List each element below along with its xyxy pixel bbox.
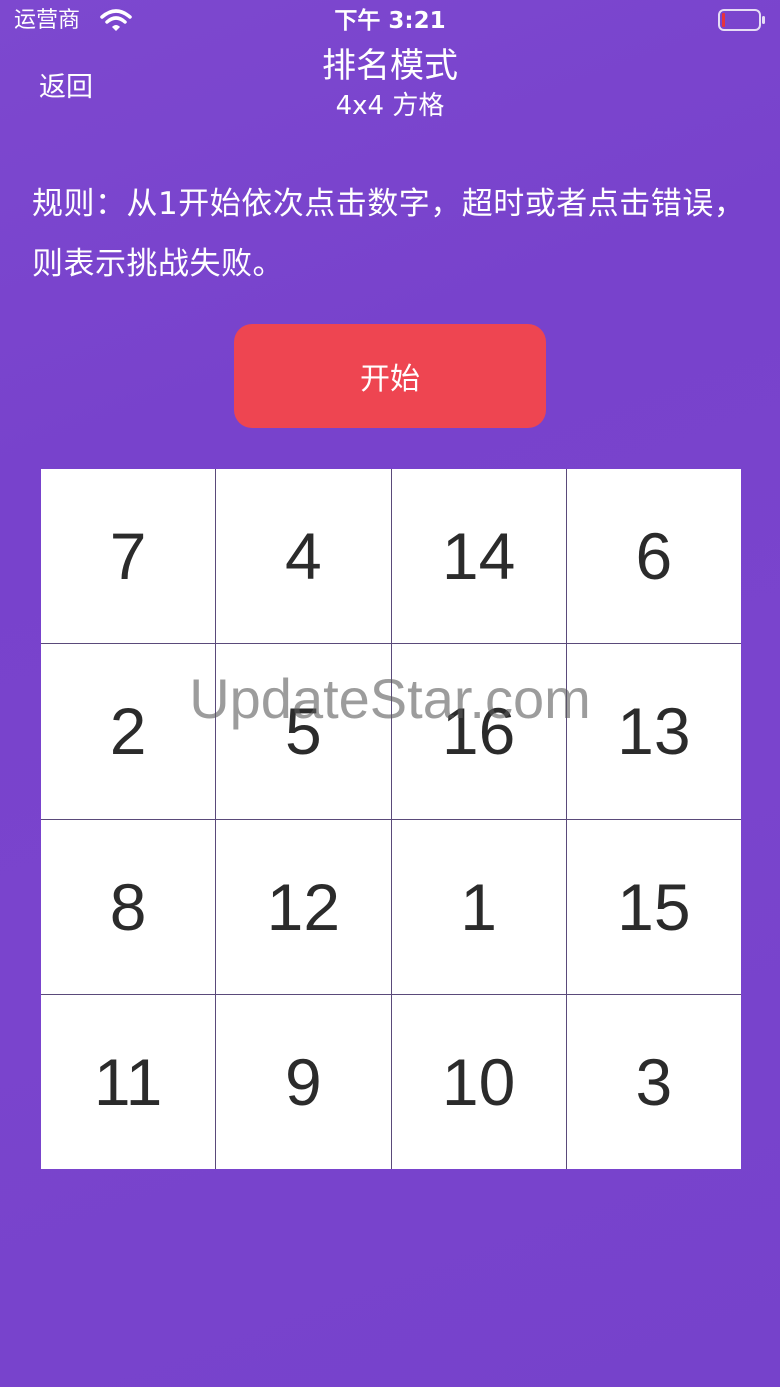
status-time: 下午 3:21 bbox=[334, 8, 446, 34]
start-button[interactable]: 开始 bbox=[234, 324, 546, 428]
number-grid: 7 4 14 6 2 5 16 13 8 12 1 15 11 9 10 3 bbox=[41, 469, 741, 1169]
grid-cell[interactable]: 15 bbox=[566, 819, 741, 994]
grid-cell[interactable]: 16 bbox=[391, 644, 566, 819]
grid-cell[interactable]: 14 bbox=[391, 469, 566, 644]
grid-cell[interactable]: 13 bbox=[566, 644, 741, 819]
grid-cell[interactable]: 10 bbox=[391, 994, 566, 1169]
grid-cell[interactable]: 11 bbox=[41, 994, 216, 1169]
grid-cell[interactable]: 12 bbox=[216, 819, 391, 994]
grid-cell[interactable]: 4 bbox=[216, 469, 391, 644]
grid-cell[interactable]: 5 bbox=[216, 644, 391, 819]
status-bar: 运营商 下午 3:21 bbox=[0, 0, 780, 44]
grid-cell[interactable]: 6 bbox=[566, 469, 741, 644]
page-subtitle: 4x4 方格 bbox=[335, 91, 445, 121]
battery-low-icon bbox=[718, 9, 766, 31]
grid-cell[interactable]: 3 bbox=[566, 994, 741, 1169]
grid-cell[interactable]: 1 bbox=[391, 819, 566, 994]
grid-cell[interactable]: 9 bbox=[216, 994, 391, 1169]
grid-cell[interactable]: 7 bbox=[41, 469, 216, 644]
page-title: 排名模式 bbox=[322, 46, 458, 86]
grid-cell[interactable]: 2 bbox=[41, 644, 216, 819]
rules-text: 规则：从1开始依次点击数字，超时或者点击错误，则表示挑战失败。 bbox=[32, 186, 746, 282]
grid-cell[interactable]: 8 bbox=[41, 819, 216, 994]
